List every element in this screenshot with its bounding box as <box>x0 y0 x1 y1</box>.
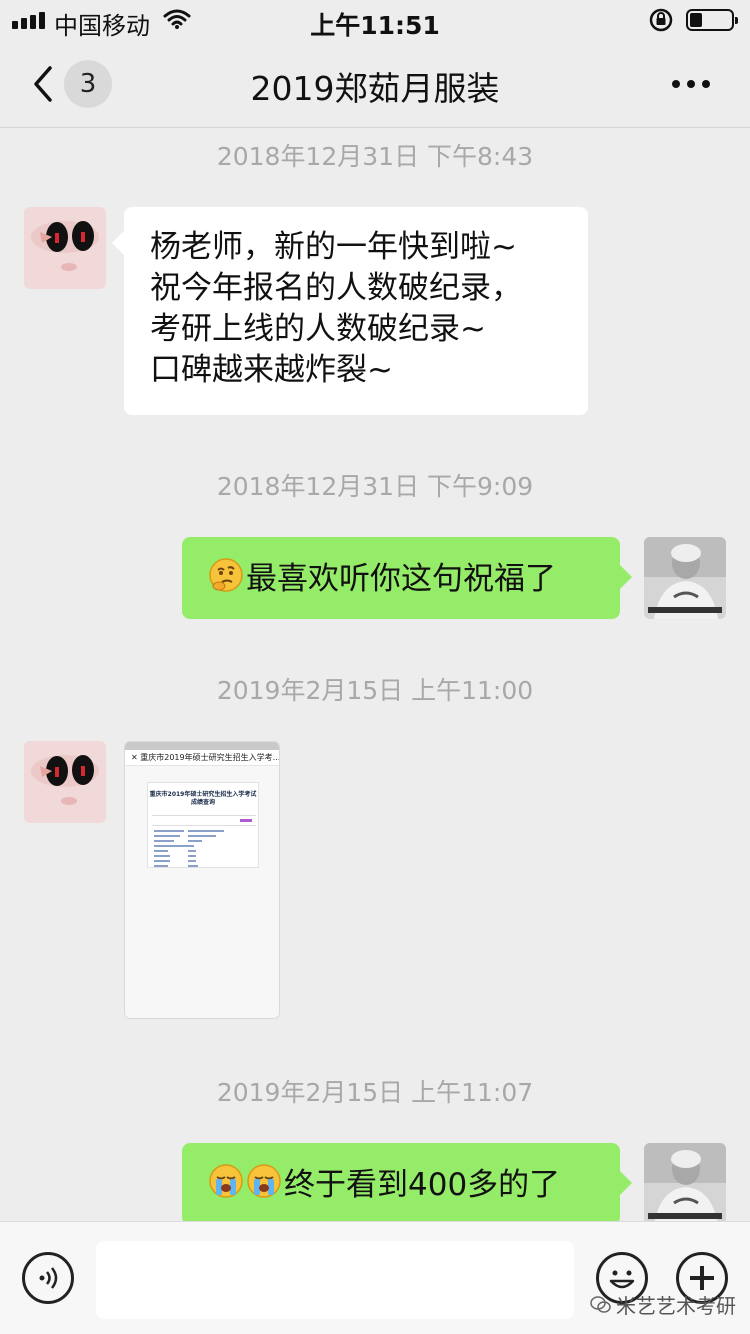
screenshot-status-bar <box>125 742 279 750</box>
message-line: 杨老师，新的一年快到啦~ <box>150 229 517 265</box>
screenshot-card-title: 重庆市2019年硕士研究生招生入学考试成绩查询 <box>149 791 257 806</box>
message-bubble-sent[interactable]: 最喜欢听你这句祝福了 <box>182 537 632 619</box>
back-button[interactable] <box>28 62 58 106</box>
chat-title: 2019郑茹月服装 <box>250 69 500 108</box>
close-icon: ✕ <box>131 753 141 762</box>
loudly-crying-face-icon <box>246 1163 282 1210</box>
message-text: 终于看到400多的了 <box>284 1167 561 1203</box>
message-timestamp: 2018年12月31日 下午9:09 <box>216 472 534 501</box>
message-timestamp: 2019年2月15日 上午11:07 <box>216 1078 534 1107</box>
message-bubble-received[interactable]: 杨老师，新的一年快到啦~ 祝今年报名的人数破纪录， 考研上线的人数破纪录~ 口碑… <box>112 207 588 415</box>
wechat-icon <box>590 1295 611 1313</box>
more-dot-icon <box>672 80 680 88</box>
loudly-crying-face-icon <box>208 1163 244 1210</box>
clock: 上午11:51 <box>310 11 440 40</box>
battery-icon <box>686 9 738 31</box>
message-timestamp: 2019年2月15日 上午11:00 <box>216 676 534 705</box>
screenshot-result-card: 重庆市2019年硕士研究生招生入学考试成绩查询 <box>147 782 259 868</box>
unread-count-badge[interactable]: 3 <box>64 60 112 108</box>
thinking-face-icon <box>208 557 244 604</box>
screenshot-table <box>152 815 256 867</box>
image-message[interactable]: ✕ 重庆市2019年硕士研究生招生入学考... 重庆市2019年硕士研究生招生入… <box>124 741 280 1019</box>
watermark-text: 米艺艺术考研 <box>616 1294 736 1318</box>
contact-avatar[interactable] <box>24 741 106 823</box>
message-line: 祝今年报名的人数破纪录， <box>150 270 522 306</box>
user-avatar[interactable] <box>644 1143 726 1221</box>
more-dot-icon <box>702 80 710 88</box>
more-dot-icon <box>687 80 695 88</box>
message-line: 考研上线的人数破纪录~ <box>150 311 486 347</box>
contact-avatar[interactable] <box>24 207 106 289</box>
message-input[interactable] <box>96 1241 574 1319</box>
message-text: 最喜欢听你这句祝福了 <box>246 561 556 597</box>
rotation-lock-icon <box>648 8 674 36</box>
watermark: 米艺艺术考研 <box>590 1290 736 1319</box>
user-avatar[interactable] <box>644 537 726 619</box>
message-timestamp: 2018年12月31日 下午8:43 <box>216 142 534 171</box>
screenshot-header: ✕ 重庆市2019年硕士研究生招生入学考... <box>125 750 279 766</box>
screenshot-header-title: 重庆市2019年硕士研究生招生入学考... <box>140 753 279 762</box>
status-bar: 中国移动 上午11:51 <box>0 0 750 40</box>
message-bubble-sent[interactable]: 终于看到400多的了 <box>182 1143 632 1221</box>
more-options-button[interactable] <box>672 80 710 88</box>
message-list[interactable]: 2018年12月31日 下午8:43 杨老师，新的一年快到啦~ 祝今年报名的人数… <box>0 129 750 1221</box>
chat-header: 3 2019郑茹月服装 <box>0 40 750 128</box>
voice-icon <box>39 1267 58 1289</box>
message-line: 口碑越来越炸裂~ <box>150 352 393 388</box>
voice-input-button[interactable] <box>22 1252 74 1304</box>
chevron-left-icon <box>34 66 52 102</box>
